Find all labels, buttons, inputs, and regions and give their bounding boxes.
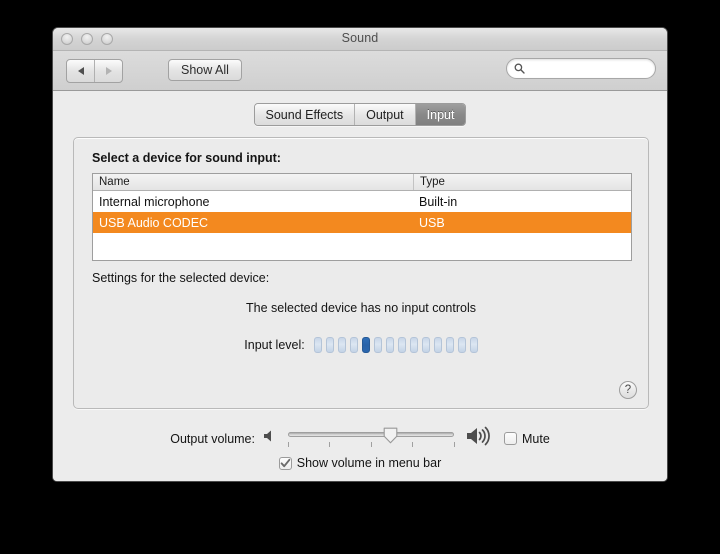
search-input[interactable] xyxy=(529,61,667,76)
output-volume-label: Output volume: xyxy=(170,431,255,446)
show-all-button[interactable]: Show All xyxy=(168,59,242,81)
column-header-type[interactable]: Type xyxy=(413,174,631,190)
tab-input[interactable]: Input xyxy=(414,104,466,125)
slider-thumb[interactable] xyxy=(383,427,398,444)
level-segment xyxy=(313,337,322,353)
device-type: Built-in xyxy=(419,194,458,209)
toolbar: Show All xyxy=(53,51,667,91)
back-button[interactable] xyxy=(67,60,94,82)
level-segment xyxy=(325,337,334,353)
level-segment xyxy=(457,337,466,353)
navigation-buttons xyxy=(66,59,123,83)
tab-sound-effects[interactable]: Sound Effects xyxy=(254,104,355,125)
input-level-meter xyxy=(313,337,478,353)
slider-ticks xyxy=(287,441,455,448)
speaker-high-icon xyxy=(465,425,492,452)
device-name: USB Audio CODEC xyxy=(99,215,209,230)
level-segment xyxy=(337,337,346,353)
device-name: Internal microphone xyxy=(99,194,210,209)
tab-output[interactable]: Output xyxy=(354,104,415,125)
window-titlebar: Sound xyxy=(53,28,667,51)
forward-button[interactable] xyxy=(94,60,122,82)
tab-strip: Sound Effects Output Input xyxy=(253,103,467,126)
mute-checkbox[interactable] xyxy=(503,432,517,445)
slider-tick xyxy=(412,441,414,447)
level-segment xyxy=(409,337,418,353)
volume-slider[interactable] xyxy=(286,426,456,452)
mute-label: Mute xyxy=(521,431,550,446)
no-input-controls-message: The selected device has no input control… xyxy=(246,301,476,315)
slider-track[interactable] xyxy=(287,431,454,437)
show-volume-label: Show volume in menu bar xyxy=(296,456,442,470)
show-volume-checkbox-group[interactable]: Show volume in menu bar xyxy=(278,456,442,470)
level-segment xyxy=(469,337,478,353)
help-button[interactable]: ? xyxy=(619,381,637,399)
window-title: Sound xyxy=(341,31,379,45)
sound-preferences-window: Sound Show All Sound Effects Output Inpu… xyxy=(52,27,668,482)
level-segment xyxy=(421,337,430,353)
table-row[interactable]: Internal microphone Built-in xyxy=(93,191,631,212)
settings-heading: Settings for the selected device: xyxy=(92,271,270,285)
level-segment xyxy=(349,337,358,353)
output-volume-row: Output volume: Mute xyxy=(53,425,667,452)
level-segment xyxy=(445,337,454,353)
column-header-name[interactable]: Name xyxy=(93,174,413,190)
table-header-row: Name Type xyxy=(93,174,631,191)
level-segment xyxy=(433,337,442,353)
level-segment xyxy=(397,337,406,353)
checkmark-icon xyxy=(280,458,291,467)
slider-tick xyxy=(370,441,372,447)
level-segment xyxy=(385,337,394,353)
mute-checkbox-group[interactable]: Mute xyxy=(503,431,550,446)
slider-tick xyxy=(453,441,455,447)
show-volume-checkbox[interactable] xyxy=(278,456,292,470)
device-table[interactable]: Name Type Internal microphone Built-in U… xyxy=(92,173,632,261)
slider-tick xyxy=(329,441,331,447)
level-segment xyxy=(373,337,382,353)
slider-tick xyxy=(287,441,289,447)
tab-bar: Sound Effects Output Input xyxy=(53,103,667,126)
menu-bar-row: Show volume in menu bar xyxy=(53,456,667,470)
input-level-label: Input level: xyxy=(244,338,305,352)
input-level-row: Input level: xyxy=(74,337,648,353)
speaker-low-icon xyxy=(262,428,277,449)
chevron-left-icon xyxy=(77,67,84,75)
panel-heading: Select a device for sound input: xyxy=(92,151,281,165)
preferences-body: Sound Effects Output Input Select a devi… xyxy=(53,91,667,481)
device-type: USB xyxy=(419,215,445,230)
search-field[interactable] xyxy=(506,58,667,79)
search-icon xyxy=(514,63,525,74)
chevron-right-icon xyxy=(105,67,112,75)
table-row[interactable]: USB Audio CODEC USB xyxy=(93,212,631,233)
level-segment xyxy=(361,337,370,353)
input-settings-panel: Select a device for sound input: Name Ty… xyxy=(73,137,649,409)
